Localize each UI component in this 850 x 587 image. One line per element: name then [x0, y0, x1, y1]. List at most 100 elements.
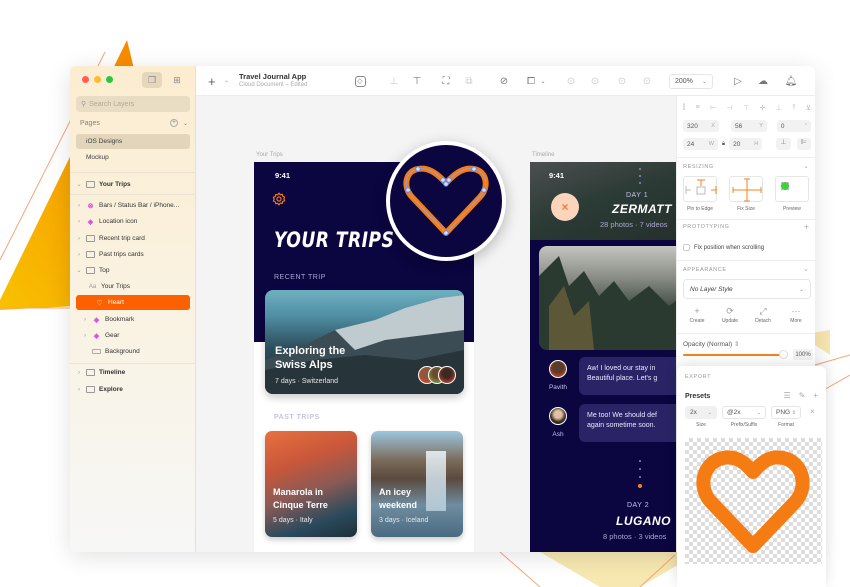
difference-button[interactable]: ⊙ [640, 74, 654, 88]
pin-to-edge-control[interactable] [683, 176, 717, 202]
lock-icon[interactable]: 🔒︎ [720, 141, 727, 148]
suffix-select[interactable]: @2x ⌄ [722, 406, 766, 419]
close-window-button[interactable] [82, 76, 89, 83]
opacity-slider[interactable] [683, 354, 783, 356]
fix-size-control[interactable] [729, 176, 763, 202]
forward-button[interactable]: ⊥ [387, 74, 401, 88]
components-view-button[interactable]: ⊞ [167, 72, 187, 88]
layer-item[interactable]: › Recent trip card [76, 231, 190, 246]
settings-icon[interactable]: ☰ [783, 391, 790, 400]
align-right-icon[interactable]: ⊢ [710, 104, 716, 112]
update-style-button[interactable]: ⟳ Update [716, 306, 744, 324]
layer-item[interactable]: › ◈ Bookmark [76, 312, 190, 327]
tidy-icon[interactable]: ⊻ [806, 104, 811, 112]
notifications-button[interactable]: 🔔︎ [784, 74, 798, 88]
y-field[interactable]: 56 Y [730, 120, 767, 132]
past-trip-card[interactable]: An icey weekend 3 days · Iceland [371, 431, 463, 537]
chevron-down-icon[interactable]: ⌄ [803, 265, 809, 273]
create-style-button[interactable]: + Create [683, 306, 711, 324]
plus-icon[interactable]: + [813, 391, 818, 400]
forest-photo[interactable] [539, 246, 676, 350]
chevron-right-icon[interactable]: › [76, 387, 82, 393]
card-subtitle: 3 days · Iceland [379, 517, 429, 524]
align-middle-icon[interactable]: ✛ [760, 104, 766, 112]
layer-item[interactable]: › Timeline [76, 365, 190, 380]
chevron-right-icon[interactable]: › [82, 317, 88, 323]
format-select[interactable]: PNG ⇕ [771, 406, 801, 419]
zoom-select[interactable]: 200% ⌄ [669, 74, 713, 89]
intersect-button[interactable]: ⊙ [615, 74, 629, 88]
chevron-right-icon[interactable]: › [76, 236, 82, 242]
symbol-button[interactable]: ◇ [353, 74, 367, 88]
add-prototyping-icon[interactable]: + [804, 222, 809, 232]
layer-item[interactable]: ⌄ Top [76, 263, 190, 278]
bell-icon: 🔔︎ [784, 75, 798, 87]
distribute-v-icon[interactable]: ⫯ [792, 104, 795, 112]
align-top-icon[interactable]: ⊤ [743, 104, 749, 112]
past-trip-card[interactable]: Manarola in Cinque Terre 5 days · Italy [265, 431, 357, 537]
layer-item[interactable]: › ⊗ Bars / Status Bar / iPhone... [76, 198, 190, 213]
chevron-right-icon[interactable]: › [76, 252, 82, 258]
chevron-down-icon[interactable]: ⌄ [76, 267, 82, 274]
align-center-icon[interactable]: ≡ [696, 104, 700, 112]
chevron-down-icon[interactable]: ⌄ [183, 120, 188, 127]
recent-trip-card[interactable]: Exploring the Swiss Alps 7 days · Switze… [265, 290, 464, 394]
layer-item[interactable]: › ◈ Location icon [76, 214, 190, 229]
layer-item-selected[interactable]: ♡ Heart [76, 295, 190, 310]
flip-vertical-icon[interactable]: ⊫ [796, 138, 812, 150]
detach-style-button[interactable]: ⤢ Detach [749, 306, 777, 324]
preview-button[interactable]: ▷ [731, 74, 745, 88]
align-bottom-icon[interactable]: ⊥ [776, 104, 782, 112]
height-field[interactable]: 20 H [729, 138, 763, 150]
width-field[interactable]: 24 W [683, 138, 718, 150]
chevron-down-icon[interactable]: ⌄ [224, 77, 229, 84]
rotation-field[interactable]: 0 ° [776, 120, 811, 132]
chevron-down-icon[interactable]: ⌄ [803, 162, 809, 170]
union-button[interactable]: ⊙ [564, 74, 578, 88]
maximize-window-button[interactable] [106, 76, 113, 83]
distribute-h-icon[interactable]: ⊣ [727, 104, 733, 112]
gear-icon[interactable] [272, 192, 286, 206]
cloud-button[interactable]: ☁ [756, 74, 770, 88]
layer-item[interactable]: ⌄ Your Trips [76, 177, 190, 192]
layer-item[interactable]: Background [76, 344, 190, 359]
subtract-button[interactable]: ⊙ [588, 74, 602, 88]
timeline-artboard[interactable]: 9:41 × DAY 1 ZERMATT 28 photos · 7 video… [530, 162, 676, 552]
layer-item[interactable]: Aa Your Trips [76, 279, 190, 294]
add-page-icon[interactable]: + [169, 119, 178, 127]
stepper-icon[interactable]: ⇕ [734, 341, 739, 348]
chevron-down-icon[interactable]: ⌄ [76, 181, 82, 188]
chevron-right-icon[interactable]: › [82, 333, 88, 339]
close-button[interactable]: × [551, 193, 579, 221]
edit-button[interactable]: ⊘ [497, 74, 511, 88]
scale-button[interactable]: ⛶ [439, 74, 453, 88]
opacity-slider-thumb[interactable] [779, 350, 788, 359]
chevron-right-icon[interactable]: › [76, 219, 82, 225]
backward-button[interactable]: ⊤ [410, 74, 424, 88]
mask-button[interactable]: ⧉ [462, 74, 476, 88]
page-item[interactable]: Mockup [76, 150, 190, 165]
flip-horizontal-icon[interactable]: ⊥ [776, 138, 791, 150]
pen-icon[interactable]: ✎ [799, 391, 806, 400]
opacity-value[interactable]: 100% [793, 349, 813, 360]
more-style-button[interactable]: ··· More [782, 306, 810, 324]
artboard-label[interactable]: Your Trips [256, 152, 283, 158]
layers-view-button[interactable]: ❐ [142, 72, 162, 88]
page-item[interactable]: iOS Designs [76, 134, 190, 149]
size-select[interactable]: 2x ⌄ [685, 406, 717, 419]
chevron-right-icon[interactable]: › [76, 370, 82, 376]
layer-item[interactable]: › ◈ Gear [76, 328, 190, 343]
align-left-icon[interactable]: ⫿ [683, 104, 685, 112]
layer-item[interactable]: › Past trips cards [76, 247, 190, 262]
layer-item[interactable]: › Explore [76, 382, 190, 397]
insert-button[interactable]: + [208, 74, 216, 89]
chevron-right-icon[interactable]: › [76, 203, 82, 209]
x-field[interactable]: 320 X [683, 120, 719, 132]
minimize-window-button[interactable] [94, 76, 101, 83]
fix-position-checkbox[interactable] [683, 244, 690, 251]
artboard-label[interactable]: Timeline [532, 152, 554, 158]
chevron-down-icon[interactable]: ⌄ [536, 74, 550, 88]
layer-style-select[interactable]: No Layer Style ⌄ [683, 279, 811, 299]
search-layers-input[interactable]: ⚲ Search Layers [76, 96, 190, 112]
remove-preset-icon[interactable]: × [810, 407, 815, 416]
